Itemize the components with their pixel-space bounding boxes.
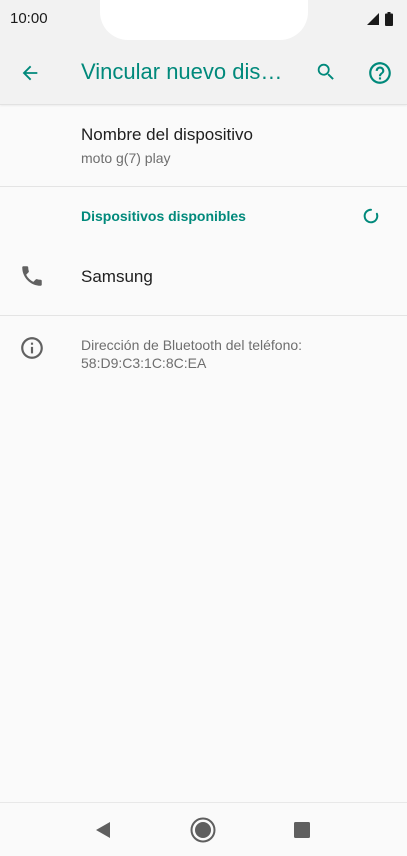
screen: 10:00 Vincular nuevo dis… Nombre del dis… — [0, 0, 407, 856]
device-name-title: Nombre del dispositivo — [81, 125, 253, 144]
back-button[interactable] — [16, 59, 44, 87]
nav-home-icon[interactable] — [189, 816, 217, 844]
device-name-value: moto g(7) play — [81, 150, 171, 166]
nav-back-icon[interactable] — [93, 820, 113, 840]
display-notch — [100, 0, 308, 40]
page-title: Vincular nuevo dis… — [81, 59, 283, 84]
loading-spinner-icon — [363, 208, 379, 224]
available-devices-header: Dispositivos disponibles — [81, 208, 246, 224]
navigation-bar — [0, 802, 407, 856]
signal-icon — [367, 13, 379, 25]
status-icons — [367, 12, 393, 26]
search-button[interactable] — [313, 59, 339, 85]
nav-recents-icon[interactable] — [293, 821, 311, 839]
status-time: 10:00 — [10, 10, 48, 27]
status-bar: 10:00 — [0, 0, 407, 42]
help-button[interactable] — [366, 59, 394, 87]
bluetooth-address-label: Dirección de Bluetooth del teléfono: — [81, 337, 303, 353]
phone-icon — [22, 266, 42, 286]
bluetooth-address-value: 58:D9:C3:1C:8C:EA — [81, 355, 207, 371]
app-bar: Vincular nuevo dis… — [0, 42, 407, 105]
search-icon — [317, 63, 334, 80]
battery-icon — [385, 12, 393, 26]
info-icon — [21, 337, 43, 359]
help-circle-icon — [369, 62, 391, 84]
device-name-row[interactable]: Nombre del dispositivo moto g(7) play — [0, 105, 407, 187]
device-item-label: Samsung — [81, 267, 153, 286]
arrow-back-icon — [22, 65, 38, 81]
device-item-samsung[interactable]: Samsung — [0, 240, 407, 316]
